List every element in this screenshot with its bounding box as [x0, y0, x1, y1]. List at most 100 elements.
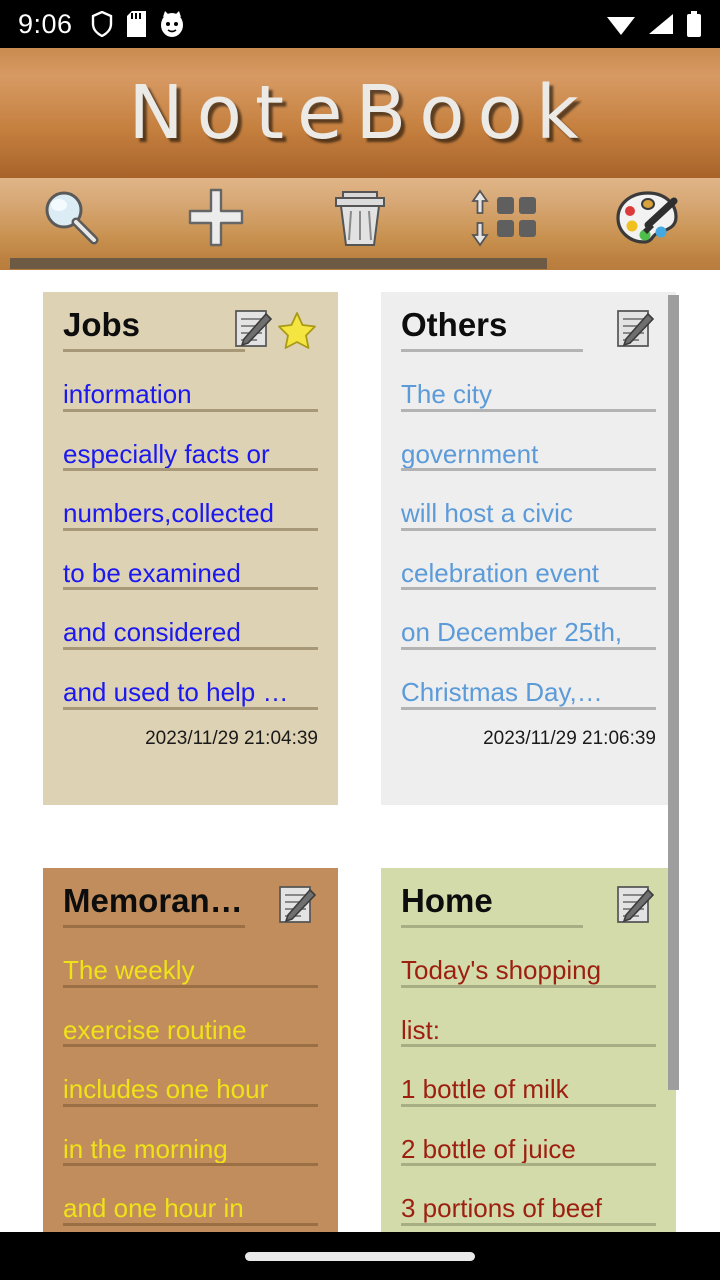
note-line-rule — [63, 1103, 318, 1107]
note-line: numbers,collected — [63, 499, 318, 531]
note-line-rule — [63, 527, 318, 531]
note-line-text: and one hour in — [63, 1193, 244, 1224]
toolbar-underline — [0, 258, 720, 270]
edit-note-icon[interactable] — [614, 308, 656, 352]
shield-icon — [91, 11, 112, 37]
note-line: list: — [401, 1014, 656, 1048]
note-line-rule — [63, 1044, 318, 1048]
note-line: and considered — [63, 618, 318, 650]
note-line: The weekly — [63, 956, 318, 988]
note-line-rule — [401, 1103, 656, 1107]
horizontal-scroll-indicator[interactable] — [10, 258, 547, 269]
note-title-rule — [63, 349, 245, 352]
edit-note-icon[interactable] — [232, 308, 274, 352]
note-card-icons — [276, 884, 318, 928]
star-icon[interactable] — [276, 308, 318, 352]
note-line-rule — [63, 468, 318, 472]
note-line-rule — [401, 587, 656, 591]
note-line-rule — [401, 706, 656, 710]
note-line-text: includes one hour — [63, 1074, 269, 1105]
edit-note-icon[interactable] — [276, 884, 318, 928]
note-line: on December 25th, — [401, 618, 656, 650]
note-line: in the morning — [63, 1135, 318, 1167]
note-line: and one hour in — [63, 1194, 318, 1226]
signal-icon — [649, 14, 673, 34]
note-line: includes one hour — [63, 1075, 318, 1107]
status-right-icons — [606, 11, 702, 37]
note-card[interactable]: Memoran… The weekly exercise routine inc… — [43, 868, 338, 1232]
note-line-text: exercise routine — [63, 1014, 247, 1045]
search-icon — [45, 191, 99, 245]
sort-icon — [471, 189, 536, 247]
note-line-rule — [401, 408, 656, 412]
sd-card-icon — [126, 11, 146, 37]
note-line-rule — [401, 984, 656, 988]
note-line: The city — [401, 380, 656, 412]
note-line: 1 bottle of milk — [401, 1075, 656, 1107]
note-title: Others — [401, 308, 508, 343]
note-timestamp: 2023/11/29 21:06:39 — [483, 727, 656, 749]
delete-button[interactable] — [288, 178, 432, 258]
note-title: Jobs — [63, 308, 141, 343]
note-line-text: The weekly — [63, 955, 195, 985]
note-line-text: celebration event — [401, 557, 600, 588]
note-card-header: Memoran… — [63, 884, 318, 928]
note-line-text: government — [401, 438, 539, 469]
note-card-header: Home — [401, 884, 656, 928]
note-line: 2 bottle of juice — [401, 1135, 656, 1167]
battery-icon — [687, 11, 701, 37]
note-line-text: on December 25th, — [401, 617, 623, 648]
page-title: NoteBook — [128, 70, 592, 156]
add-button[interactable] — [144, 178, 288, 258]
note-card[interactable]: Home Today's shopping list: 1 bottle of … — [381, 868, 676, 1232]
note-line-text: 1 bottle of milk — [401, 1074, 569, 1105]
note-line-text: information — [63, 379, 192, 409]
note-line-rule — [63, 646, 318, 650]
note-title: Memoran… — [63, 884, 243, 919]
status-clock: 9:06 — [18, 8, 73, 39]
sort-button[interactable] — [432, 178, 576, 258]
note-line-text: list: — [401, 1014, 440, 1045]
note-line: and used to help … — [63, 678, 318, 710]
cat-face-icon — [160, 11, 183, 37]
app-title-bar: NoteBook — [0, 48, 720, 178]
edit-note-icon[interactable] — [614, 884, 656, 928]
note-line-text: The city — [401, 379, 493, 409]
note-line-rule — [63, 587, 318, 591]
theme-button[interactable] — [576, 178, 720, 258]
note-line: government — [401, 438, 656, 472]
note-card-icons — [614, 884, 656, 928]
vertical-scrollbar[interactable] — [668, 295, 679, 1090]
note-line-text: numbers,collected — [63, 498, 274, 529]
search-button[interactable] — [0, 178, 144, 258]
note-line: celebration event — [401, 559, 656, 591]
note-line-rule — [63, 984, 318, 988]
note-card-icons — [232, 308, 318, 352]
note-line-text: in the morning — [63, 1133, 228, 1164]
wifi-icon — [607, 17, 635, 35]
home-gesture-pill[interactable] — [245, 1251, 475, 1261]
note-line-text: 2 bottle of juice — [401, 1133, 576, 1164]
note-card-header: Others — [401, 308, 656, 352]
note-timestamp: 2023/11/29 21:04:39 — [145, 727, 318, 749]
system-navigation-bar — [0, 1232, 720, 1280]
note-title: Home — [401, 884, 493, 919]
note-card[interactable]: Jobs information especially facts or num… — [43, 292, 338, 805]
note-line: Christmas Day,… — [401, 678, 656, 710]
note-card[interactable]: Others The city government will host a c… — [381, 292, 676, 805]
note-title-rule — [63, 925, 245, 928]
status-left-icons — [91, 11, 184, 37]
note-line: information — [63, 380, 318, 412]
palette-icon — [616, 191, 678, 244]
note-line: will host a civic — [401, 499, 656, 531]
note-line-rule — [63, 1163, 318, 1167]
note-line-text: 3 portions of beef — [401, 1193, 602, 1224]
note-line-rule — [401, 1163, 656, 1167]
note-line-text: especially facts or — [63, 438, 270, 469]
note-line-text: and used to help … — [63, 676, 289, 707]
toolbar — [0, 178, 720, 258]
note-line-text: Christmas Day,… — [401, 676, 603, 707]
note-line: to be examined — [63, 559, 318, 591]
note-line-rule — [401, 1044, 656, 1048]
note-line-rule — [401, 1222, 656, 1226]
